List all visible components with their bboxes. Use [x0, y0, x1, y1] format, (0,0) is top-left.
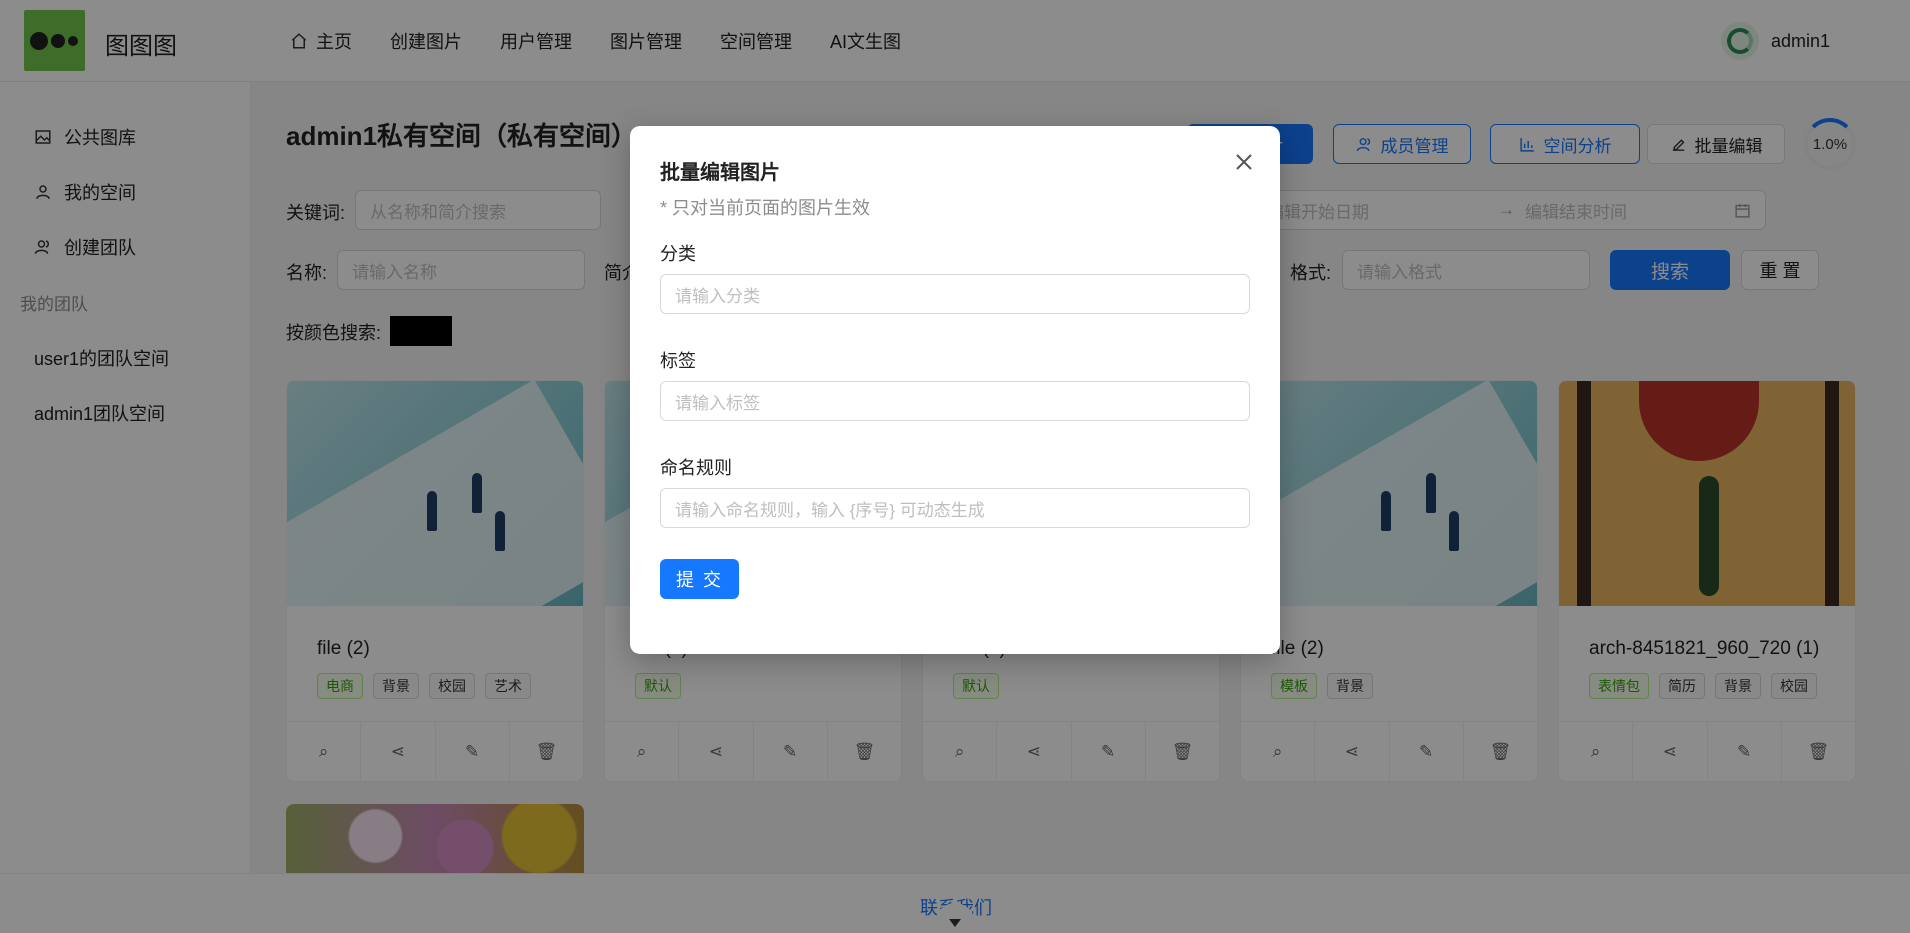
modal-title: 批量编辑图片	[660, 162, 780, 184]
tags-input[interactable]: 请输入标签	[660, 381, 1250, 421]
close-icon[interactable]	[1230, 148, 1258, 176]
submit-button[interactable]: 提 交	[660, 559, 739, 599]
modal-hint: * 只对当前页面的图片生效	[660, 198, 871, 218]
naming-rule-label: 命名规则	[660, 458, 732, 478]
naming-rule-input[interactable]: 请输入命名规则，输入 {序号} 可动态生成	[660, 488, 1250, 528]
tags-label: 标签	[660, 351, 696, 371]
category-input[interactable]: 请输入分类	[660, 274, 1250, 314]
batch-edit-modal: 批量编辑图片 * 只对当前页面的图片生效 分类 请输入分类 标签 请输入标签 命…	[630, 126, 1280, 654]
category-label: 分类	[660, 244, 696, 264]
